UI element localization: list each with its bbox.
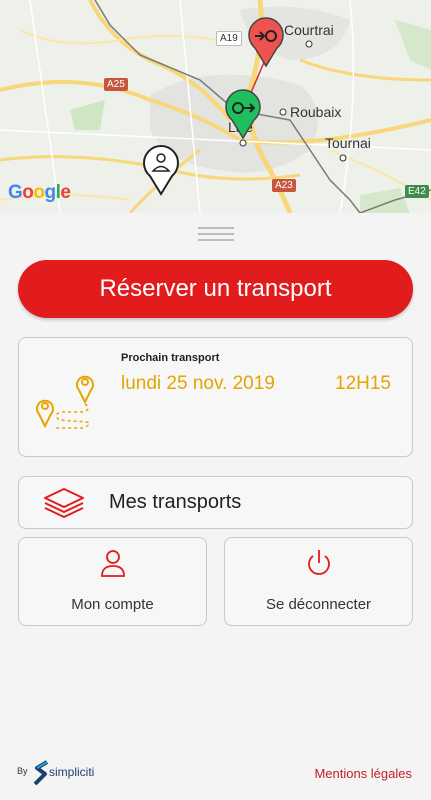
road-label: A25 — [104, 78, 128, 91]
legal-notice-link[interactable]: Mentions légales — [314, 766, 412, 781]
user-icon — [100, 550, 125, 577]
my-account-button[interactable]: Mon compte — [18, 537, 207, 626]
road-label: A23 — [272, 179, 296, 192]
route-icon — [36, 375, 94, 429]
next-transport-time: 12H15 — [335, 373, 391, 394]
footer-by-text: By — [17, 766, 28, 776]
drag-handle[interactable] — [198, 227, 234, 241]
destination-marker-icon[interactable] — [247, 16, 285, 68]
map-view[interactable]: Courtrai Roubaix Tournai Lille A19 A25 A… — [0, 0, 431, 213]
next-transport-card[interactable]: Prochain transport lundi 25 nov. 2019 12… — [18, 337, 413, 457]
simpliciti-logo-icon — [33, 760, 49, 786]
my-transports-label: Mes transports — [109, 491, 242, 513]
next-transport-title: Prochain transport — [121, 352, 220, 364]
simpliciti-brand: simpliciti — [49, 765, 95, 779]
layers-icon — [44, 488, 84, 518]
origin-marker-icon[interactable] — [224, 88, 262, 140]
google-logo: Google — [8, 182, 71, 203]
road-label: E42 — [405, 185, 429, 198]
power-icon — [307, 550, 330, 575]
next-transport-date: lundi 25 nov. 2019 — [121, 373, 275, 394]
user-location-marker-icon[interactable] — [142, 144, 180, 196]
logout-button[interactable]: Se déconnecter — [224, 537, 413, 626]
map-city-label: Tournai — [325, 135, 371, 151]
map-city-label: Courtrai — [284, 22, 334, 38]
my-transports-button[interactable]: Mes transports — [18, 476, 413, 529]
road-label: A19 — [216, 31, 242, 46]
logout-label: Se déconnecter — [265, 596, 372, 613]
reserve-transport-button[interactable]: Réserver un transport — [18, 260, 413, 318]
map-city-label: Roubaix — [290, 104, 342, 120]
my-account-label: Mon compte — [71, 596, 154, 613]
